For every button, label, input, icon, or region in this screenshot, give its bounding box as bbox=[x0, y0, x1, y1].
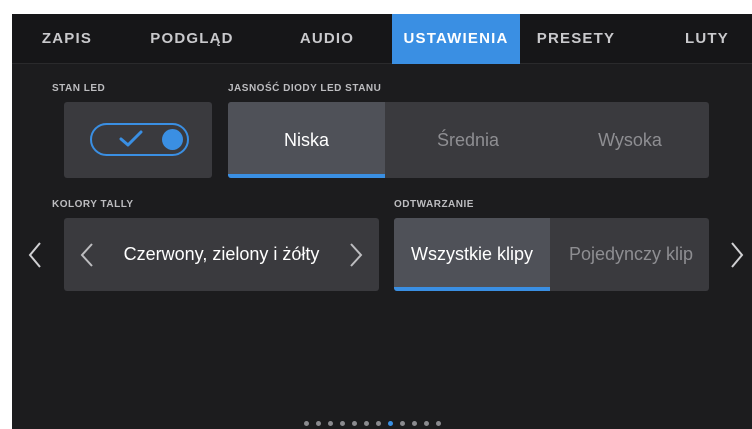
page-dot bbox=[436, 421, 441, 426]
brightness-option-low[interactable]: Niska bbox=[228, 102, 385, 178]
page-dot bbox=[400, 421, 405, 426]
page-dot bbox=[364, 421, 369, 426]
tally-colors-label: KOLORY TALLY bbox=[52, 199, 134, 210]
chevron-left-icon[interactable] bbox=[28, 241, 42, 269]
page-dot bbox=[376, 421, 381, 426]
tally-colors-selector: Czerwony, zielony i żółty bbox=[64, 218, 379, 291]
brightness-option-medium[interactable]: Średnia bbox=[388, 102, 548, 178]
playback-option-single-label: Pojedynczy klip bbox=[568, 244, 694, 264]
led-brightness-label: JASNOŚĆ DIODY LED STANU bbox=[228, 83, 382, 94]
tab-audio[interactable]: AUDIO bbox=[262, 14, 392, 64]
page-dot bbox=[316, 421, 321, 426]
tab-luty[interactable]: LUTY bbox=[662, 14, 752, 64]
brightness-option-high-label: Wysoka bbox=[598, 130, 662, 150]
page-dot bbox=[424, 421, 429, 426]
tab-ustawienia[interactable]: USTAWIENIA bbox=[392, 14, 520, 64]
led-brightness-selector: Niska Średnia Wysoka bbox=[228, 102, 709, 178]
playback-option-single[interactable]: Pojedynczy klip bbox=[553, 218, 709, 291]
selected-indicator bbox=[394, 287, 550, 291]
tab-presety[interactable]: PRESETY bbox=[520, 14, 632, 64]
chevron-right-icon[interactable] bbox=[730, 241, 744, 269]
page-dot bbox=[328, 421, 333, 426]
page-dot bbox=[304, 421, 309, 426]
chevron-right-icon[interactable] bbox=[349, 242, 363, 268]
stan-led-label: STAN LED bbox=[52, 83, 106, 94]
camera-settings-panel: ZAPIS PODGLĄD AUDIO USTAWIENIA PRESETY L… bbox=[12, 14, 752, 429]
brightness-option-low-label: Niska bbox=[283, 130, 329, 150]
brightness-option-high[interactable]: Wysoka bbox=[551, 102, 709, 178]
tab-bar: ZAPIS PODGLĄD AUDIO USTAWIENIA PRESETY L… bbox=[12, 14, 752, 64]
led-toggle[interactable] bbox=[90, 123, 189, 156]
tab-zapis[interactable]: ZAPIS bbox=[12, 14, 122, 64]
playback-selector: Wszystkie klipy Pojedynczy klip bbox=[394, 218, 709, 291]
tally-colors-value: Czerwony, zielony i żółty bbox=[123, 244, 320, 264]
page-dot-active bbox=[388, 421, 393, 426]
playback-option-all[interactable]: Wszystkie klipy bbox=[394, 218, 550, 291]
selected-indicator bbox=[228, 174, 385, 178]
page-dot bbox=[340, 421, 345, 426]
page-dot bbox=[412, 421, 417, 426]
check-icon bbox=[119, 130, 143, 147]
page-dot bbox=[352, 421, 357, 426]
chevron-left-icon[interactable] bbox=[80, 242, 94, 268]
toggle-knob bbox=[162, 129, 183, 150]
led-toggle-tile bbox=[64, 102, 212, 178]
screen: ZAPIS PODGLĄD AUDIO USTAWIENIA PRESETY L… bbox=[0, 0, 752, 429]
tab-podglad[interactable]: PODGLĄD bbox=[122, 14, 262, 64]
playback-option-all-label: Wszystkie klipy bbox=[410, 244, 533, 264]
playback-label: ODTWARZANIE bbox=[394, 199, 474, 210]
brightness-option-medium-label: Średnia bbox=[436, 130, 500, 150]
